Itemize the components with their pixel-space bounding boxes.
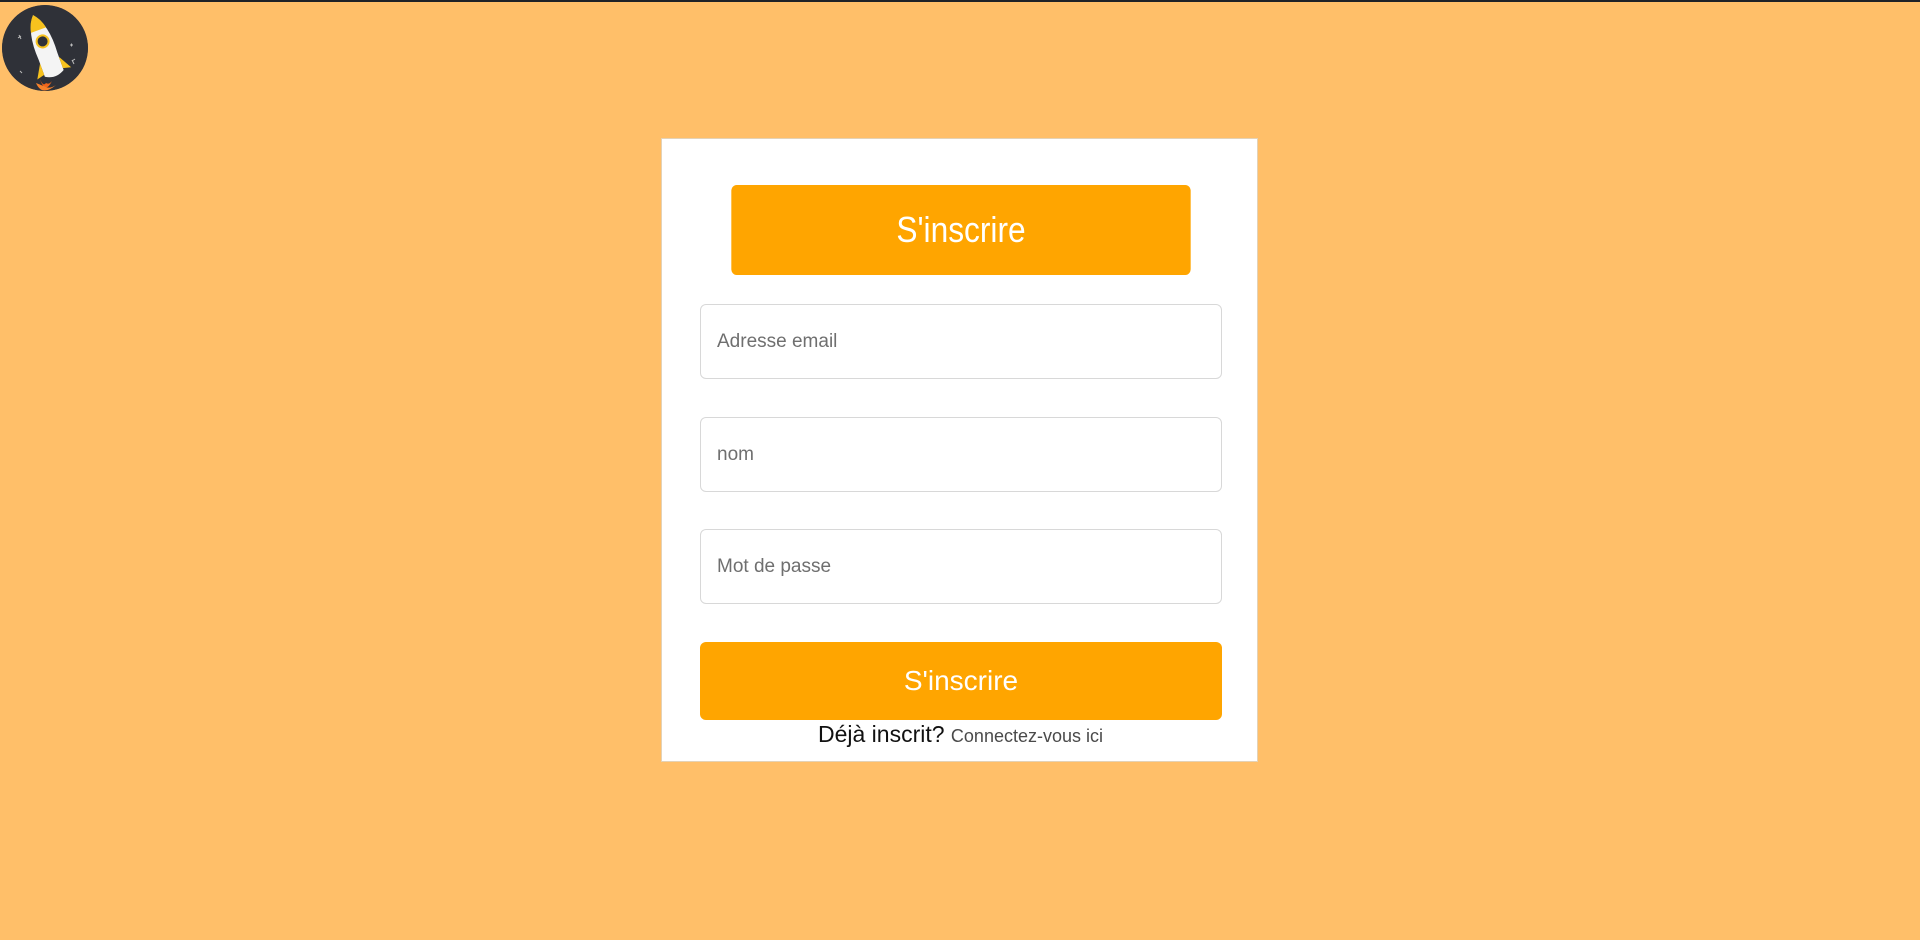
login-prompt: Déjà inscrit? Connectez-vous ici: [662, 721, 1259, 748]
signup-card: S'inscrire S'inscrire Déjà inscrit? Conn…: [661, 138, 1258, 762]
top-border: [0, 0, 1920, 2]
rocket-logo[interactable]: [2, 5, 88, 91]
email-field[interactable]: [700, 304, 1222, 379]
name-field[interactable]: [700, 417, 1222, 492]
signup-header: S'inscrire: [731, 185, 1191, 275]
already-registered-text: Déjà inscrit?: [817, 721, 951, 747]
password-field[interactable]: [700, 529, 1222, 604]
page-title: S'inscrire: [896, 209, 1026, 250]
signup-button[interactable]: S'inscrire: [700, 642, 1222, 720]
rocket-icon: [2, 5, 88, 91]
login-link[interactable]: Connectez-vous ici: [951, 726, 1103, 746]
